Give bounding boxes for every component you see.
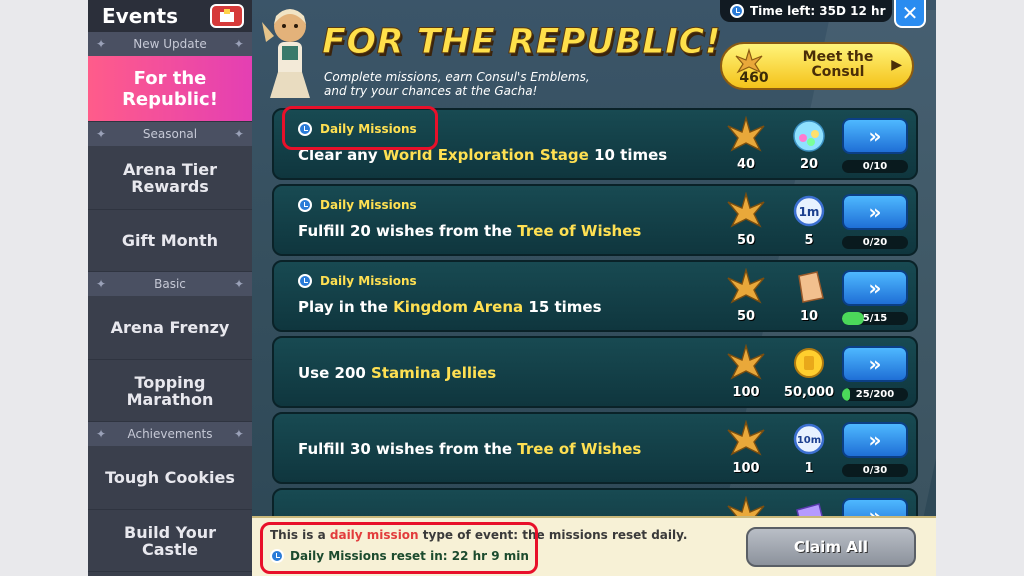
sparkle-icon: ✦ [96, 127, 107, 141]
mailbox-icon[interactable] [210, 4, 244, 28]
sidebar-item-build-your-castle[interactable]: Build Your Castle [88, 510, 252, 572]
consul-emblem-icon [727, 191, 765, 228]
close-button[interactable]: ✕ [894, 0, 926, 28]
mission-row: Use 200 Stamina Jellies 100 50,000 » 25/… [272, 336, 918, 408]
event-title: FOR THE REPUBLIC! [321, 22, 722, 63]
sidebar-header: Events [88, 0, 252, 32]
gem-icon [793, 120, 825, 152]
svg-text:10m: 10m [797, 435, 821, 446]
meet-the-consul-button[interactable]: 460 Meet the Consul ▶ [720, 42, 914, 90]
events-sidebar: Events ✦ New Update ✦ For the Republic! … [88, 0, 252, 576]
mission-description: Fulfill 30 wishes from the Tree of Wishe… [298, 440, 642, 458]
item-reward: 50,000 [782, 344, 836, 404]
mission-progress-bar: 5/15 [842, 312, 908, 325]
go-to-mission-button[interactable]: » [842, 270, 908, 306]
emblem-reward: 100 [722, 343, 770, 404]
consul-emblem-icon [727, 267, 765, 304]
go-to-mission-button[interactable]: » [842, 346, 908, 382]
sidebar-title: Events [102, 4, 178, 28]
mission-description: Fulfill 20 wishes from the Tree of Wishe… [298, 222, 642, 240]
sidebar-item-gift-month[interactable]: Gift Month [88, 210, 252, 272]
play-arrow-icon: ▶ [891, 57, 902, 73]
consul-emblem-count: 460 [739, 70, 769, 86]
item-reward: 1m 5 [782, 192, 836, 252]
section-header-new-update: ✦ New Update ✦ [88, 32, 252, 56]
svg-text:1m: 1m [799, 205, 820, 219]
daily-missions-tag: Daily Missions [298, 274, 417, 288]
event-banner: FOR THE REPUBLIC! Complete missions, ear… [252, 0, 936, 106]
cookie-cutter-icon [798, 271, 824, 303]
item-reward: 10m 1 [782, 420, 836, 480]
speedup-10m-icon: 10m [793, 423, 825, 455]
emblem-reward: 50 [722, 267, 770, 328]
mission-row: Daily Missions Play in the Kingdom Arena… [272, 260, 918, 332]
section-header-basic: ✦ Basic ✦ [88, 272, 252, 296]
mission-description: Use 200 Stamina Jellies [298, 364, 497, 382]
coin-icon [794, 348, 824, 378]
sparkle-icon: ✦ [96, 37, 107, 51]
sparkle-icon: ✦ [96, 427, 107, 441]
section-header-achievements: ✦ Achievements ✦ [88, 422, 252, 446]
event-subtitle: Complete missions, earn Consul's Emblems… [324, 70, 590, 98]
consul-emblem-icon [727, 343, 765, 380]
consul-emblem-icon [727, 419, 765, 456]
time-left-badge: Time left: 35D 12 hr [720, 0, 892, 22]
mission-progress-bar: 0/20 [842, 236, 908, 249]
go-to-mission-button[interactable]: » [842, 118, 908, 154]
sidebar-item-tough-cookies[interactable]: Tough Cookies [88, 446, 252, 510]
mission-progress-bar: 25/200 [842, 388, 908, 401]
clock-icon [298, 274, 312, 288]
sparkle-icon: ✦ [233, 37, 244, 51]
sparkle-icon: ✦ [233, 127, 244, 141]
go-to-mission-button[interactable]: » [842, 422, 908, 458]
annotation-highlight-reset-timer [260, 522, 538, 574]
event-panel: FOR THE REPUBLIC! Complete missions, ear… [252, 0, 936, 576]
emblem-reward: 50 [722, 191, 770, 252]
consul-button-label: Meet the Consul [802, 49, 874, 80]
mission-progress-bar: 0/30 [842, 464, 908, 477]
sparkle-icon: ✦ [233, 277, 244, 291]
sidebar-item-topping-marathon[interactable]: Topping Marathon [88, 360, 252, 422]
item-reward: 10 [782, 268, 836, 328]
mission-row: Daily Missions Fulfill 20 wishes from th… [272, 184, 918, 256]
mission-list[interactable]: Daily Missions Clear any World Explorati… [272, 108, 918, 520]
daily-missions-tag: Daily Missions [298, 198, 417, 212]
mission-row: Fulfill 30 wishes from the Tree of Wishe… [272, 412, 918, 484]
cookie-character-icon [262, 9, 310, 98]
game-frame: Events ✦ New Update ✦ For the Republic! … [88, 0, 936, 576]
section-header-seasonal: ✦ Seasonal ✦ [88, 122, 252, 146]
sparkle-icon: ✦ [96, 277, 107, 291]
emblem-reward: 100 [722, 419, 770, 480]
go-to-mission-button[interactable]: » [842, 194, 908, 230]
speedup-1m-icon: 1m [793, 195, 825, 227]
clock-icon [298, 198, 312, 212]
sidebar-item-arena-frenzy[interactable]: Arena Frenzy [88, 296, 252, 360]
sidebar-item-for-the-republic[interactable]: For the Republic! [88, 56, 252, 122]
mission-progress-bar: 0/10 [842, 160, 908, 173]
mission-description: Play in the Kingdom Arena 15 times [298, 298, 602, 316]
consul-emblem-icon [727, 115, 765, 152]
sidebar-item-arena-tier-rewards[interactable]: Arena Tier Rewards [88, 146, 252, 210]
annotation-highlight-daily-missions [282, 106, 438, 150]
item-reward: 20 [782, 116, 836, 176]
emblem-reward: 40 [722, 115, 770, 176]
sparkle-icon: ✦ [233, 427, 244, 441]
clock-icon [730, 4, 744, 18]
claim-all-button[interactable]: Claim All [746, 527, 916, 567]
